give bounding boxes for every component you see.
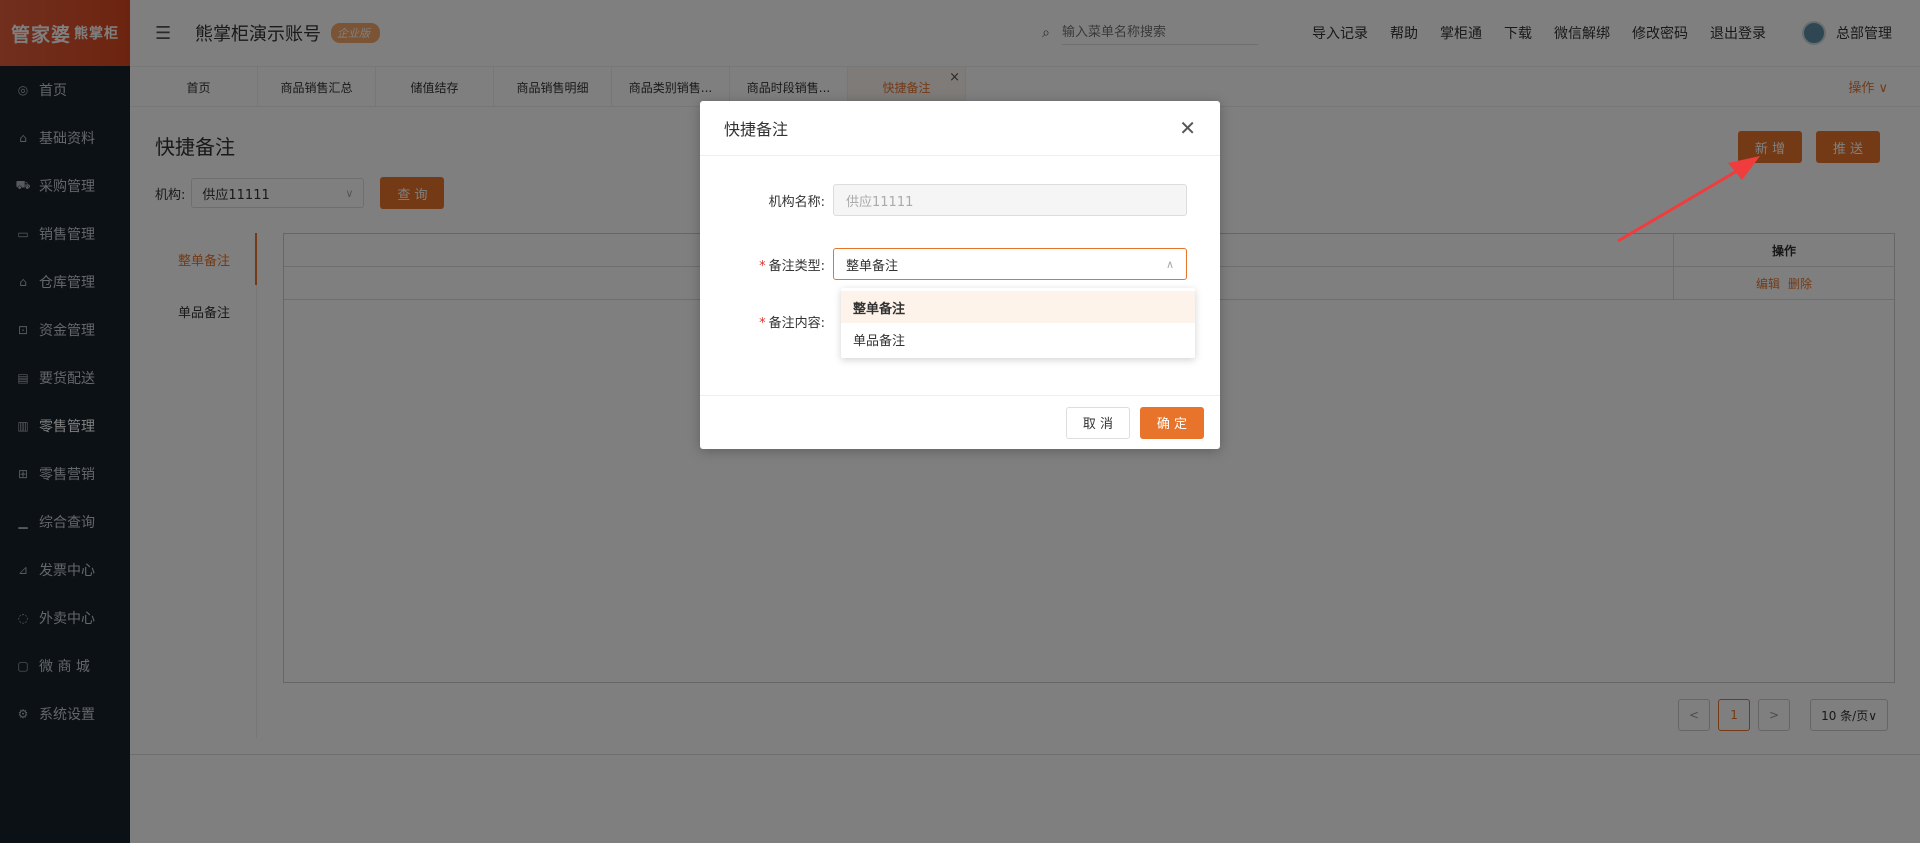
annotation-arrow (1617, 156, 1760, 243)
arrow-shaft (1617, 166, 1743, 243)
arrow-head (1728, 156, 1760, 180)
